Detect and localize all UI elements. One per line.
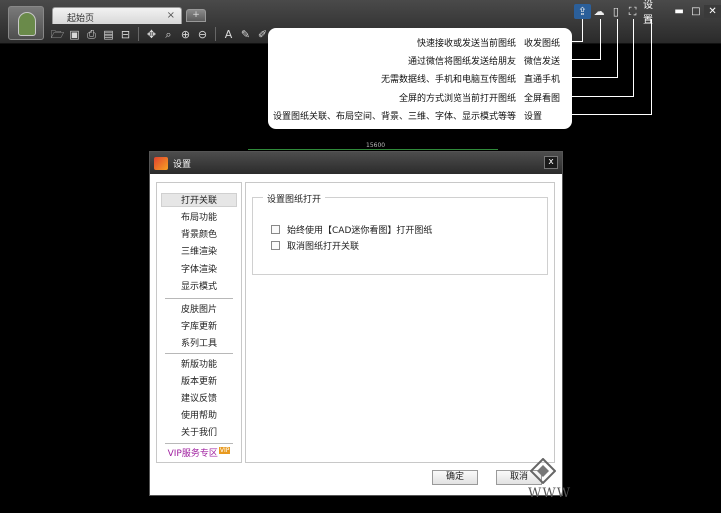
tooltip-name: 收发图纸 [524, 38, 561, 49]
send-receive-icon[interactable]: ⇪ [574, 3, 591, 19]
app-logo[interactable] [8, 6, 44, 40]
top-right-toolbar: ⇪ ☁ ▯ ⛶ 设置 ▬ □ ✕ [574, 0, 721, 26]
settings-sidebar: 打开关联 布局功能 背景颜色 三维渲染 字体渲染 显示模式 皮肤图片 字库更新 … [156, 182, 242, 463]
sidebar-item-help[interactable]: 使用帮助 [161, 409, 237, 423]
sidebar-divider [165, 353, 233, 354]
tab-label: 起始页 [67, 14, 95, 24]
toolbar-separator [215, 27, 216, 41]
drawing-line [248, 149, 498, 150]
sidebar-divider [165, 443, 233, 444]
group-title: 设置图纸打开 [263, 192, 326, 205]
settings-dialog: 设置 x 打开关联 布局功能 背景颜色 三维渲染 字体渲染 显示模式 皮肤图片 … [149, 151, 563, 496]
tab-close-icon[interactable]: × [167, 10, 175, 21]
drawing-dimension-text: 15600 [366, 142, 386, 149]
toolbar: 🗁 ▣ ⎙ ▤ ⊟ ✥ ⌕ ⊕ ⊖ A ✎ ✐ [50, 27, 270, 43]
tooltip-row: 通过微信将图纸发送给朋友 微信发送 [408, 53, 564, 67]
sidebar-item-open-association[interactable]: 打开关联 [161, 193, 237, 207]
tooltip-desc: 设置图纸关联、布局空间、背景、三维、字体、显示模式等等 [272, 111, 516, 122]
vip-label: VIP服务专区 [167, 449, 218, 459]
new-tab-button[interactable]: + [186, 9, 206, 22]
maximize-button[interactable]: □ [687, 5, 704, 18]
watermark-text: WWW [528, 486, 572, 501]
connector-line [572, 19, 652, 115]
lock-icon[interactable]: ⊟ [118, 27, 133, 42]
option-cancel-association[interactable]: 取消图纸打开关联 [271, 239, 360, 252]
minimize-button[interactable]: ▬ [671, 5, 688, 18]
app-icon [154, 157, 168, 170]
tooltip-row: 设置图纸关联、布局空间、背景、三维、字体、显示模式等等 设置 [273, 108, 564, 122]
close-window-button[interactable]: ✕ [704, 4, 721, 18]
sidebar-item-skin[interactable]: 皮肤图片 [161, 303, 237, 317]
sidebar-item-feedback[interactable]: 建议反馈 [161, 392, 237, 406]
wechat-icon[interactable]: ☁ [591, 4, 608, 19]
sidebar-divider [165, 298, 233, 299]
zoom-window-icon[interactable]: ⌕ [161, 27, 176, 42]
sidebar-item-vip[interactable]: VIP服务专区 VIP [161, 447, 237, 461]
zoom-in-icon[interactable]: ⊕ [178, 27, 193, 42]
open-settings-group: 设置图纸打开 始终使用【CAD迷你看图】打开图纸 取消图纸打开关联 [252, 192, 548, 275]
sidebar-item-tools[interactable]: 系列工具 [161, 337, 237, 351]
tooltip-name: 微信发送 [524, 56, 561, 67]
sidebar-item-about[interactable]: 关于我们 [161, 426, 237, 440]
print-icon[interactable]: ⎙ [84, 27, 99, 42]
save-icon[interactable]: ▣ [67, 27, 82, 42]
feature-tooltip-panel: 快速接收或发送当前图纸 收发图纸 通过微信将图纸发送给朋友 微信发送 无需数据线… [268, 28, 572, 129]
sidebar-item-display-mode[interactable]: 显示模式 [161, 280, 237, 294]
tooltip-row: 全屏的方式浏览当前打开图纸 全屏看图 [399, 90, 564, 104]
tooltip-desc: 全屏的方式浏览当前打开图纸 [398, 93, 516, 104]
phone-icon[interactable]: ▯ [608, 4, 625, 19]
tooltip-desc: 无需数据线、手机和电脑互传图纸 [380, 74, 516, 85]
sidebar-item-font-update[interactable]: 字库更新 [161, 320, 237, 334]
avatar-icon [18, 12, 36, 36]
pencil-icon[interactable]: ✎ [238, 27, 253, 42]
ok-button[interactable]: 确定 [432, 470, 478, 485]
tooltip-desc: 快速接收或发送当前图纸 [416, 38, 516, 49]
dialog-body: 打开关联 布局功能 背景颜色 三维渲染 字体渲染 显示模式 皮肤图片 字库更新 … [150, 174, 562, 495]
checkbox[interactable] [271, 224, 280, 234]
toolbar-separator [138, 27, 139, 41]
sidebar-item-font-render[interactable]: 字体渲染 [161, 263, 237, 277]
watermark-logo-icon [530, 458, 556, 484]
option-label: 始终使用【CAD迷你看图】打开图纸 [287, 225, 433, 236]
sidebar-item-background[interactable]: 背景颜色 [161, 228, 237, 242]
tooltip-name: 设置 [524, 111, 543, 122]
open-folder-icon[interactable]: 🗁 [50, 27, 65, 42]
checkbox[interactable] [271, 240, 280, 250]
sidebar-item-new-features[interactable]: 新版功能 [161, 358, 237, 372]
export-pdf-icon[interactable]: ▤ [101, 27, 116, 42]
tooltip-name: 全屏看图 [524, 93, 561, 104]
tooltip-row: 快速接收或发送当前图纸 收发图纸 [417, 35, 564, 49]
text-icon[interactable]: A [221, 27, 236, 42]
option-label: 取消图纸打开关联 [287, 241, 360, 252]
settings-content: 设置图纸打开 始终使用【CAD迷你看图】打开图纸 取消图纸打开关联 [245, 182, 555, 463]
fullscreen-icon[interactable]: ⛶ [624, 4, 641, 19]
sidebar-item-version-update[interactable]: 版本更新 [161, 375, 237, 389]
vip-badge-icon: VIP [218, 447, 231, 454]
sidebar-item-layout[interactable]: 布局功能 [161, 211, 237, 225]
tooltip-name: 直通手机 [524, 74, 561, 85]
pan-icon[interactable]: ✥ [144, 27, 159, 42]
tooltip-row: 无需数据线、手机和电脑互传图纸 直通手机 [381, 71, 564, 85]
tooltip-desc: 通过微信将图纸发送给朋友 [407, 56, 516, 67]
sidebar-item-3d-render[interactable]: 三维渲染 [161, 245, 237, 259]
option-always-open[interactable]: 始终使用【CAD迷你看图】打开图纸 [271, 223, 433, 236]
dialog-close-button[interactable]: x [544, 156, 558, 169]
tab-start-page[interactable]: 起始页 × [52, 7, 182, 24]
zoom-out-icon[interactable]: ⊖ [195, 27, 210, 42]
dialog-title: 设置 [173, 160, 192, 170]
dialog-header[interactable]: 设置 x [150, 152, 562, 174]
